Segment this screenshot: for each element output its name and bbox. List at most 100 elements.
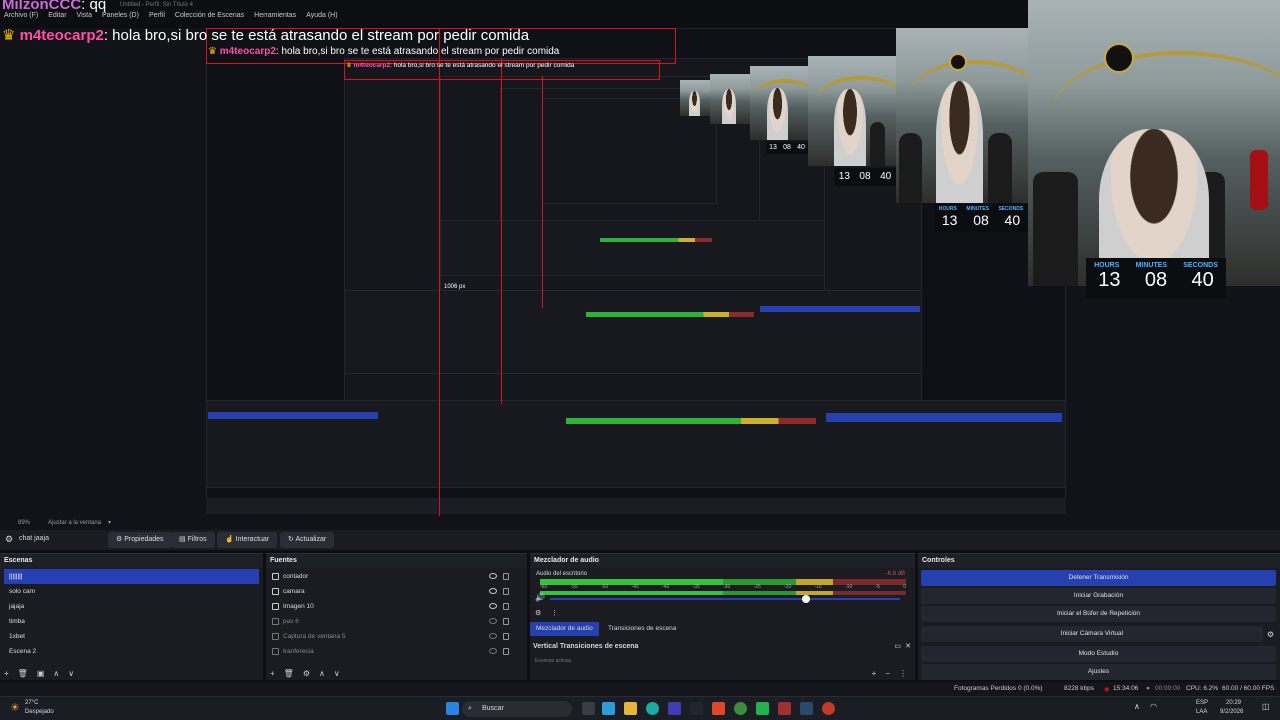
- menu-profile[interactable]: Perfil: [149, 12, 165, 26]
- scene-item[interactable]: timba: [4, 614, 259, 629]
- tab-scene-transitions[interactable]: Transiciones de escena: [602, 622, 682, 636]
- wifi-icon[interactable]: ◠: [1150, 702, 1157, 711]
- meter-tick: -15: [814, 584, 822, 590]
- scene-item[interactable]: ||||||||: [4, 569, 259, 584]
- lock-icon[interactable]: [503, 573, 509, 580]
- lock-icon[interactable]: [503, 588, 509, 595]
- menu-view[interactable]: Vista: [77, 12, 92, 26]
- obs-icon[interactable]: [822, 702, 835, 715]
- source-item[interactable]: pas 6: [270, 614, 523, 629]
- trash-icon[interactable]: 🗑: [18, 669, 28, 678]
- mixer-gear-icon[interactable]: ⚙: [535, 609, 541, 617]
- volume-slider-handle[interactable]: [802, 595, 810, 603]
- gear-icon[interactable]: ⚙: [303, 669, 310, 678]
- start-button[interactable]: [446, 702, 459, 715]
- settings-button[interactable]: Ajustes: [921, 664, 1276, 680]
- move-down-icon[interactable]: ∨: [68, 669, 74, 678]
- eye-hidden-icon[interactable]: [489, 633, 497, 639]
- chat-username: m4teocarp2: [219, 46, 276, 57]
- media-app-icon[interactable]: [778, 702, 791, 715]
- countdown-timer: HOURS MINUTES SECONDS 13 08 40: [1086, 258, 1226, 298]
- eye-icon[interactable]: [489, 573, 497, 579]
- trash-icon[interactable]: 🗑: [284, 669, 294, 678]
- lock-icon[interactable]: [503, 633, 509, 640]
- zoom-fit[interactable]: Ajustar a la ventana: [48, 520, 101, 526]
- crown-icon: ♛: [208, 46, 217, 57]
- more-icon[interactable]: ⋮: [551, 609, 558, 617]
- source-item[interactable]: Imagen 10: [270, 599, 523, 614]
- add-icon[interactable]: +: [4, 669, 9, 678]
- lang-code[interactable]: ESP: [1196, 700, 1208, 706]
- notification-icon[interactable]: ◫: [1262, 702, 1270, 711]
- eye-icon[interactable]: [489, 588, 497, 594]
- source-item[interactable]: tranferecia: [270, 644, 523, 659]
- menu-help[interactable]: Ayuda (H): [306, 12, 337, 26]
- replay-buffer-button[interactable]: Iniciar el Búfer de Repetición: [921, 606, 1276, 622]
- edge-icon[interactable]: [646, 702, 659, 715]
- menu-file[interactable]: Archivo (F): [4, 12, 38, 26]
- source-item[interactable]: contador: [270, 569, 523, 584]
- eye-icon[interactable]: [489, 603, 497, 609]
- weather-icon[interactable]: ☀: [10, 701, 20, 714]
- source-item[interactable]: camara: [270, 584, 523, 599]
- chevron-down-icon[interactable]: ▾: [108, 519, 111, 526]
- move-up-icon[interactable]: ∧: [319, 669, 325, 678]
- menu-tools[interactable]: Herramientas: [254, 12, 296, 26]
- refresh-button[interactable]: ↻ Actualizar: [280, 532, 335, 548]
- virtual-camera-gear-icon[interactable]: ⚙: [1267, 630, 1274, 639]
- add-icon[interactable]: +: [872, 669, 877, 678]
- move-down-icon[interactable]: ∨: [334, 669, 340, 678]
- file-explorer-icon[interactable]: [624, 702, 637, 715]
- record-time: 00:00:00: [1155, 685, 1181, 692]
- source-item[interactable]: Captura de ventana 5: [270, 629, 523, 644]
- tab-audio-mixer[interactable]: Mezclador de audio: [530, 622, 599, 636]
- eye-hidden-icon[interactable]: [489, 618, 497, 624]
- chevron-up-icon[interactable]: ∧: [1134, 702, 1140, 711]
- virtual-camera-button[interactable]: Iniciar Cámara Virtual: [921, 626, 1263, 642]
- remove-icon[interactable]: −: [885, 669, 890, 678]
- start-recording-button[interactable]: Iniciar Grabación: [921, 588, 1276, 604]
- lock-icon[interactable]: [503, 603, 509, 610]
- eye-hidden-icon[interactable]: [489, 648, 497, 654]
- interact-button[interactable]: ☝ Interactuar: [217, 532, 278, 548]
- more-icon[interactable]: ⋮: [899, 669, 907, 678]
- properties-button[interactable]: ⚙ Propiedades: [108, 532, 172, 548]
- speaker-icon[interactable]: 🔊: [535, 593, 545, 602]
- volume-slider[interactable]: [550, 598, 900, 600]
- menu-edit[interactable]: Editar: [48, 12, 66, 26]
- steam-icon[interactable]: [800, 702, 813, 715]
- lang-layout[interactable]: LAA: [1196, 709, 1207, 715]
- stop-streaming-button[interactable]: Detener Transmisión: [921, 570, 1276, 586]
- brave-icon[interactable]: [712, 702, 725, 715]
- fe-app-icon[interactable]: [690, 702, 703, 715]
- scene-item[interactable]: Escena 2: [4, 644, 259, 659]
- filters-button[interactable]: ▤ Filtros: [171, 532, 215, 548]
- clock-date[interactable]: 9/2/2026: [1220, 709, 1243, 715]
- scene-item[interactable]: 1xbet: [4, 629, 259, 644]
- nested-dock-strip-3: [440, 220, 825, 276]
- task-view-icon[interactable]: [582, 702, 595, 715]
- search-box[interactable]: ⌕ Buscar: [462, 701, 572, 717]
- menu-scene-collection[interactable]: Colección de Escenas: [175, 12, 244, 26]
- studio-mode-button[interactable]: Modo Estudio: [921, 646, 1276, 662]
- lock-icon[interactable]: [503, 618, 509, 625]
- scene-item[interactable]: jajaja: [4, 599, 259, 614]
- live-icon: ◉: [1104, 686, 1110, 693]
- scene-item[interactable]: solo cam: [4, 584, 259, 599]
- float-icon[interactable]: ▭: [894, 642, 901, 650]
- chrome-icon[interactable]: [734, 702, 747, 715]
- app-icon[interactable]: [668, 702, 681, 715]
- zoom-level[interactable]: 89%: [18, 520, 30, 526]
- clock-time[interactable]: 20:29: [1226, 700, 1241, 706]
- move-up-icon[interactable]: ∧: [53, 669, 59, 678]
- countdown-timer-nested-3: 13 08 40: [766, 142, 808, 154]
- lock-icon[interactable]: [503, 648, 509, 655]
- green-app-icon[interactable]: [756, 702, 769, 715]
- close-icon[interactable]: ✕: [905, 642, 911, 650]
- scene-gear-icon: ⚙: [5, 534, 14, 544]
- preview-canvas[interactable]: 1006 px HOURS MINUTES SECONDS 13 08 40 H…: [0, 0, 1280, 516]
- menu-docks[interactable]: Paneles (D): [102, 12, 139, 26]
- filter-icon[interactable]: ▣: [37, 669, 45, 678]
- widgets-icon[interactable]: [602, 702, 615, 715]
- add-icon[interactable]: +: [270, 669, 275, 678]
